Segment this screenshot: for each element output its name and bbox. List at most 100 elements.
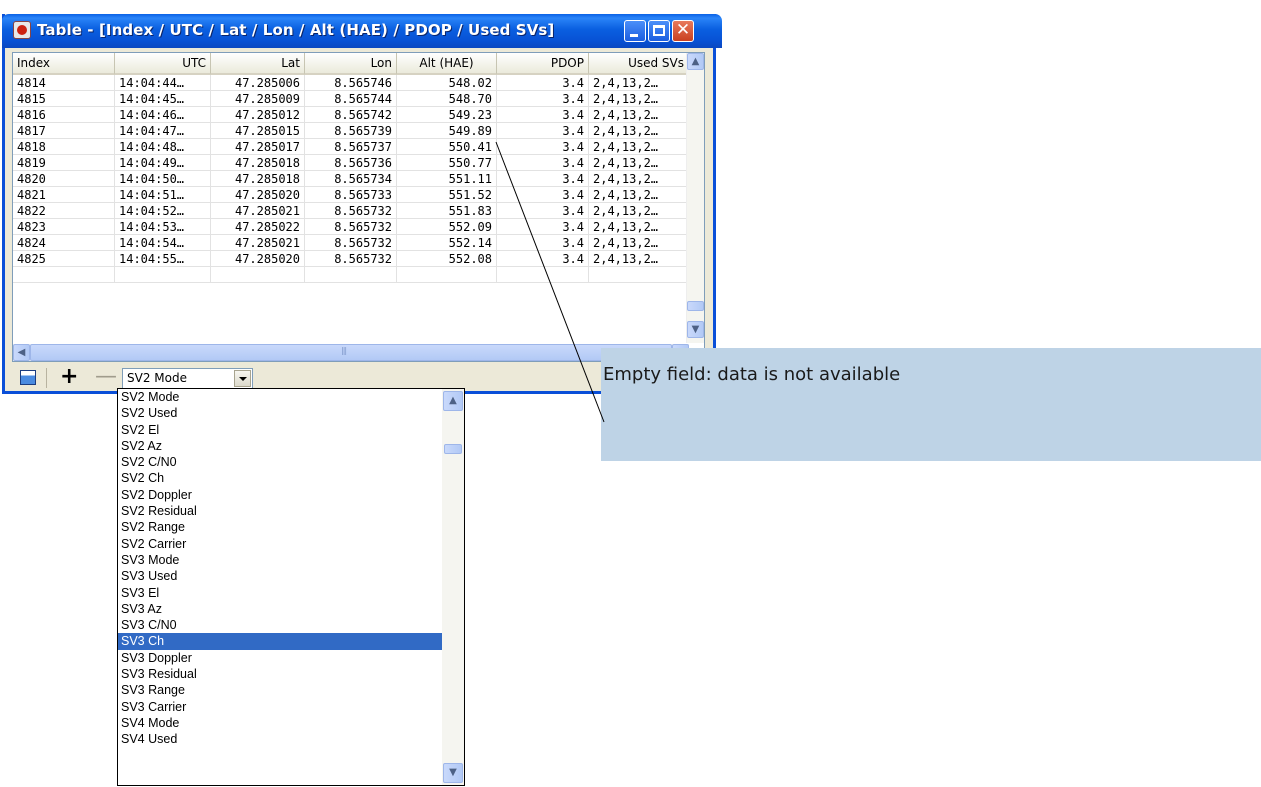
dropdown-option[interactable]: SV3 El — [118, 585, 464, 601]
dropdown-option[interactable]: SV3 C/N0 — [118, 617, 464, 633]
title-bar[interactable]: Table - [Index / UTC / Lat / Lon / Alt (… — [2, 14, 722, 48]
dropdown-option[interactable]: SV2 Range — [118, 519, 464, 535]
table-cell: 3.4 — [497, 123, 589, 139]
dropdown-option[interactable]: SV2 Carrier — [118, 536, 464, 552]
table-cell: 47.285017 — [211, 139, 305, 155]
table-cell: 14:04:48… — [115, 139, 211, 155]
table-row[interactable]: 4820 14:04:50… 47.285018 8.565734 551.11 3.4 2… — [13, 171, 689, 187]
scroll-up-icon[interactable]: ▲ — [687, 53, 704, 70]
dropdown-option[interactable]: SV3 Ch — [118, 633, 464, 650]
add-icon[interactable]: + — [60, 364, 78, 389]
app-icon[interactable] — [13, 21, 31, 39]
table-cell: 14:04:51… — [115, 187, 211, 203]
table-cell: 4824 — [13, 235, 115, 251]
table-cell: 4820 — [13, 171, 115, 187]
dropdown-option[interactable]: SV2 Used — [118, 405, 464, 421]
dropdown-option[interactable]: SV3 Range — [118, 682, 464, 698]
table-row[interactable]: 4818 14:04:48… 47.285017 8.565737 550.41 3.4 2… — [13, 139, 689, 155]
table-cell — [589, 267, 689, 283]
table-row[interactable]: 4823 14:04:53… 47.285022 8.565732 552.09 3.4 2… — [13, 219, 689, 235]
dropdown-option[interactable]: SV2 Doppler — [118, 487, 464, 503]
column-header[interactable]: UTC — [115, 53, 211, 75]
dropdown-option[interactable]: SV2 Az — [118, 438, 464, 454]
dropdown-scroll-down-icon[interactable]: ▼ — [443, 763, 463, 783]
horizontal-scroll-thumb[interactable] — [30, 344, 672, 361]
column-header[interactable]: Lon — [305, 53, 397, 75]
dropdown-option[interactable]: SV3 Used — [118, 568, 464, 584]
table-row[interactable]: 4822 14:04:52… 47.285021 8.565732 551.83 3.4 2… — [13, 203, 689, 219]
dropdown-option[interactable]: SV4 Mode — [118, 715, 464, 731]
dropdown-scroll-up-icon[interactable]: ▲ — [443, 391, 463, 411]
dropdown-option[interactable]: SV4 Used — [118, 731, 464, 747]
table-row[interactable]: 4814 14:04:44… 47.285006 8.565746 548.02 3.4 2… — [13, 75, 689, 91]
table-cell: 14:04:50… — [115, 171, 211, 187]
dropdown-option[interactable]: SV2 El — [118, 422, 464, 438]
dropdown-option[interactable]: SV3 Residual — [118, 666, 464, 682]
table-cell: 8.565732 — [305, 251, 397, 267]
table-cell: 8.565732 — [305, 235, 397, 251]
dropdown-arrow-icon[interactable] — [234, 370, 251, 387]
table-cell: 8.565734 — [305, 171, 397, 187]
table-row[interactable]: 4815 14:04:45… 47.285009 8.565744 548.70 3.4 2… — [13, 91, 689, 107]
dropdown-option[interactable]: SV2 Mode — [118, 389, 464, 405]
vertical-scroll-thumb[interactable] — [687, 301, 704, 311]
table-view-icon[interactable] — [20, 370, 36, 385]
column-header[interactable]: PDOP — [497, 53, 589, 75]
minimize-icon[interactable] — [624, 20, 646, 42]
column-dropdown-list[interactable]: SV2 Mode SV2 Used SV2 El SV2 Az SV2 C/N0 SV2 … — [117, 388, 465, 786]
maximize-icon[interactable] — [648, 20, 670, 42]
dropdown-scroll-thumb[interactable] — [444, 444, 462, 454]
dropdown-option[interactable]: SV2 C/N0 — [118, 454, 464, 470]
column-header[interactable]: Lat — [211, 53, 305, 75]
table-window: Table - [Index / UTC / Lat / Lon / Alt (… — [2, 14, 722, 394]
table-cell: 8.565746 — [305, 75, 397, 91]
table-row[interactable] — [13, 267, 689, 283]
table-cell: 3.4 — [497, 251, 589, 267]
annotation-callout: Empty field: data is not available — [601, 348, 1261, 461]
table-row[interactable]: 4819 14:04:49… 47.285018 8.565736 550.77 3.4 2… — [13, 155, 689, 171]
column-header[interactable]: Alt (HAE) — [397, 53, 497, 75]
dropdown-option[interactable]: SV3 Mode — [118, 552, 464, 568]
table-row[interactable]: 4817 14:04:47… 47.285015 8.565739 549.89 3.4 2… — [13, 123, 689, 139]
dropdown-option[interactable]: SV2 Ch — [118, 470, 464, 486]
table-cell: 552.09 — [397, 219, 497, 235]
column-header[interactable]: Index — [13, 53, 115, 75]
close-icon[interactable]: ✕ — [672, 20, 694, 42]
table-cell: 550.41 — [397, 139, 497, 155]
column-select-combo[interactable]: SV2 Mode — [122, 368, 253, 389]
table-row[interactable]: 4816 14:04:46… 47.285012 8.565742 549.23 3.4 2… — [13, 107, 689, 123]
dropdown-option[interactable]: SV3 Az — [118, 601, 464, 617]
table-cell: 2,4,13,2… — [589, 91, 689, 107]
dropdown-scrollbar[interactable]: ▲ ▼ — [442, 389, 464, 785]
table-cell: 47.285021 — [211, 203, 305, 219]
table-cell: 551.83 — [397, 203, 497, 219]
table-cell: 14:04:49… — [115, 155, 211, 171]
dropdown-option[interactable]: SV2 Residual — [118, 503, 464, 519]
remove-icon[interactable]: — — [95, 364, 117, 389]
vertical-scrollbar[interactable]: ▲ ▼ — [686, 53, 704, 343]
scroll-left-icon[interactable]: ◀ — [13, 344, 30, 361]
table-cell: 2,4,13,2… — [589, 75, 689, 91]
window-title: Table - [Index / UTC / Lat / Lon / Alt (… — [37, 21, 555, 39]
table-cell: 14:04:47… — [115, 123, 211, 139]
table-cell: 47.285015 — [211, 123, 305, 139]
toolbar-separator — [46, 368, 47, 388]
table-row[interactable]: 4825 14:04:55… 47.285020 8.565732 552.08 3.4 2… — [13, 251, 689, 267]
table-cell — [397, 267, 497, 283]
table-row[interactable]: 4821 14:04:51… 47.285020 8.565733 551.52 3.4 2… — [13, 187, 689, 203]
table-cell: 8.565737 — [305, 139, 397, 155]
dropdown-option[interactable]: SV3 Doppler — [118, 650, 464, 666]
horizontal-scrollbar[interactable]: ◀ ▶ — [13, 344, 689, 361]
table-cell: 47.285018 — [211, 155, 305, 171]
table-cell: 3.4 — [497, 187, 589, 203]
table-row[interactable]: 4824 14:04:54… 47.285021 8.565732 552.14 3.4 2… — [13, 235, 689, 251]
table-cell: 3.4 — [497, 171, 589, 187]
table-cell: 14:04:52… — [115, 203, 211, 219]
table-cell: 2,4,13,2… — [589, 155, 689, 171]
table-cell: 4818 — [13, 139, 115, 155]
column-header[interactable]: Used SVs — [589, 53, 689, 75]
scroll-down-icon[interactable]: ▼ — [687, 321, 704, 338]
dropdown-option[interactable]: SV3 Carrier — [118, 699, 464, 715]
table-cell — [115, 267, 211, 283]
table-cell: 14:04:44… — [115, 75, 211, 91]
